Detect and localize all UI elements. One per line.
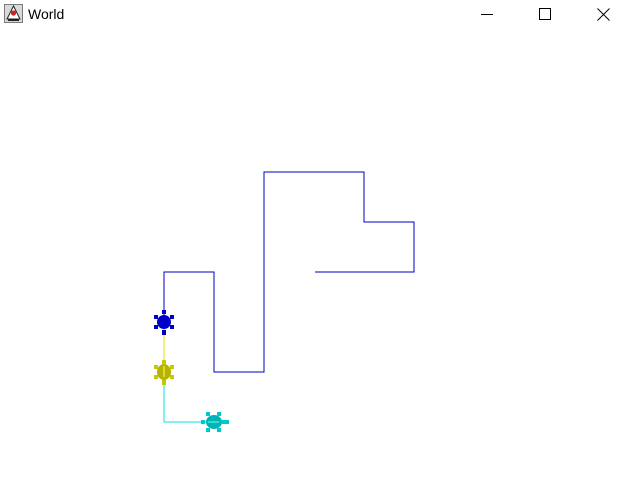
world-window: World [0, 0, 625, 491]
close-icon [596, 7, 610, 21]
title-bar[interactable]: World [0, 0, 625, 30]
close-button[interactable] [574, 0, 625, 28]
world-canvas[interactable] [0, 30, 625, 491]
yellow-turtle [154, 360, 174, 385]
maximize-icon [539, 8, 551, 20]
maximize-button[interactable] [516, 0, 574, 28]
blue-trail [163, 171, 415, 373]
java-duke-icon [4, 4, 23, 23]
window-title: World [28, 6, 65, 22]
blue-turtle [154, 310, 174, 335]
minimize-icon [481, 14, 493, 15]
minimize-button[interactable] [458, 0, 516, 28]
